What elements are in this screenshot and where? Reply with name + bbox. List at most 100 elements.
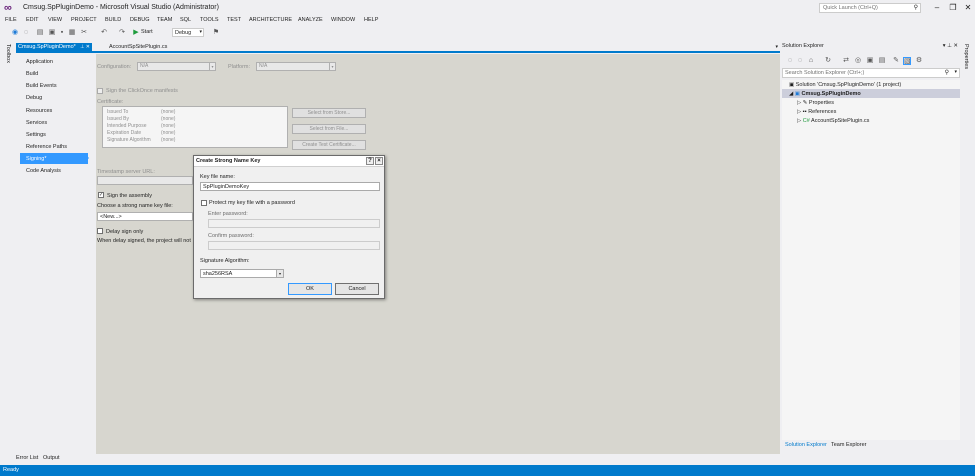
tab-error-list[interactable]: Error List (16, 455, 38, 461)
standard-toolbar: ◉ ◌ ▤ ▣ ▪ ▦ ✂ ↶ ↷ ▶ Start Debug ▾ ⚑ (0, 27, 975, 40)
nav-item-application[interactable]: Application (26, 59, 53, 65)
nav-item-build-events[interactable]: Build Events (26, 83, 57, 89)
menu-project[interactable]: PROJECT (71, 17, 97, 23)
tree-item-label: References (808, 109, 837, 115)
create-test-certificate-button[interactable]: Create Test Certificate... (292, 140, 366, 150)
pending-changes-icon[interactable]: ◎ (854, 57, 862, 65)
save-icon[interactable]: ▪ (58, 29, 66, 37)
menu-view[interactable]: VIEW (48, 17, 62, 23)
menu-bar: FILE EDIT VIEW PROJECT BUILD DEBUG TEAM … (0, 16, 975, 26)
nav-item-code-analysis[interactable]: Code Analysis (26, 168, 61, 174)
back-icon[interactable]: ◌ (786, 57, 794, 65)
new-project-icon[interactable]: ▤ (36, 29, 44, 37)
nav-item-resources[interactable]: Resources (26, 108, 52, 114)
tab-project-properties[interactable]: Cmsug.SpPluginDemo* ⊥ ✕ (16, 43, 92, 52)
tree-item-references[interactable]: ▷ ▪▪ References (797, 109, 836, 115)
nav-item-build[interactable]: Build (26, 71, 38, 77)
menu-analyze[interactable]: ANALYZE (298, 17, 323, 23)
signature-algorithm-label: Signature Algorithm: (200, 258, 250, 264)
menu-tools[interactable]: TOOLS (200, 17, 219, 23)
forward-icon[interactable]: ◌ (796, 57, 804, 65)
menu-build[interactable]: BUILD (105, 17, 121, 23)
attach-icon[interactable]: ⚑ (212, 29, 220, 37)
quick-launch-input[interactable]: Quick Launch (Ctrl+Q) ⚲ (819, 3, 921, 13)
select-from-file-button[interactable]: Select from File... (292, 124, 366, 134)
menu-file[interactable]: FILE (5, 17, 17, 23)
show-all-files-icon[interactable]: ▤ (878, 57, 886, 65)
pin-close-icon[interactable]: ▾ ⊥ ✕ (943, 43, 958, 49)
properties-icon[interactable]: ✎ (892, 57, 900, 65)
nav-item-debug[interactable]: Debug (26, 95, 42, 101)
configuration-select[interactable]: N/A ▾ (137, 62, 216, 71)
navigate-back-icon[interactable]: ◉ (11, 29, 19, 37)
redo-icon[interactable]: ↷ (118, 29, 126, 37)
refresh-icon[interactable]: ↻ (824, 57, 832, 65)
select-from-store-button[interactable]: Select from Store... (292, 108, 366, 118)
tree-item-project[interactable]: ◢ ▣ Cmsug.SpPluginDemo (789, 91, 861, 97)
nav-item-signing[interactable]: Signing* (26, 156, 47, 162)
timestamp-input[interactable] (97, 176, 193, 185)
expand-down-icon[interactable]: ◢ (789, 91, 793, 97)
menu-debug[interactable]: DEBUG (130, 17, 150, 23)
csharp-project-icon: ▣ (794, 91, 800, 97)
nav-item-reference-paths[interactable]: Reference Paths (26, 144, 67, 150)
menu-window[interactable]: WINDOW (331, 17, 355, 23)
platform-select[interactable]: N/A ▾ (256, 62, 336, 71)
expand-right-icon[interactable]: ▷ (797, 109, 801, 115)
cancel-button[interactable]: Cancel (335, 283, 379, 295)
chevron-down-icon[interactable]: ▾ (954, 69, 957, 75)
delay-sign-checkbox[interactable] (97, 228, 103, 234)
expand-right-icon[interactable]: ▷ (797, 118, 801, 124)
delay-sign-note: When delay signed, the project will not (97, 238, 191, 244)
nav-item-services[interactable]: Services (26, 120, 47, 126)
toolbox-tab[interactable]: Toolbox (3, 44, 11, 63)
protect-key-checkbox[interactable] (201, 200, 207, 206)
close-window-button[interactable]: ✕ (959, 2, 975, 14)
undo-icon[interactable]: ↶ (100, 29, 108, 37)
sign-assembly-checkbox[interactable]: ✓ (98, 192, 104, 198)
menu-sql[interactable]: SQL (180, 17, 191, 23)
properties-tab[interactable]: Properties (963, 44, 969, 69)
tree-item-account-plugin[interactable]: ▷ C# AccountSpSitePlugin.cs (797, 118, 869, 124)
solution-tree (782, 80, 960, 440)
clickonce-checkbox[interactable] (97, 88, 103, 94)
visual-studio-logo-icon: ∞ (4, 2, 12, 14)
nav-item-settings[interactable]: Settings (26, 132, 46, 138)
start-button[interactable]: Start (141, 29, 153, 35)
solution-configuration-select[interactable]: Debug ▾ (172, 28, 204, 37)
ok-button[interactable]: OK (288, 283, 332, 295)
key-file-select[interactable]: <New...> (97, 212, 193, 221)
menu-architecture[interactable]: ARCHITECTURE (249, 17, 292, 23)
collapse-all-icon[interactable]: ▣ (866, 57, 874, 65)
tab-output[interactable]: Output (43, 455, 60, 461)
menu-help[interactable]: HELP (364, 17, 378, 23)
close-icon[interactable]: × (375, 157, 383, 165)
tree-item-properties[interactable]: ▷ ✎ Properties (797, 100, 834, 106)
navigate-forward-icon[interactable]: ◌ (22, 29, 30, 37)
tab-team-explorer[interactable]: Team Explorer (831, 442, 866, 448)
home-icon[interactable]: ⌂ (807, 57, 815, 65)
enter-password-input[interactable] (208, 219, 380, 228)
editor-tab-strip: Cmsug.SpPluginDemo* ⊥ ✕ AccountSpSitePlu… (16, 43, 780, 53)
signature-algorithm-select[interactable]: sha256RSA ▾ (200, 269, 284, 278)
class-diagram-icon[interactable]: ⚙ (915, 57, 923, 65)
menu-edit[interactable]: EDIT (26, 17, 39, 23)
expand-right-icon[interactable]: ▷ (797, 100, 801, 106)
start-icon[interactable]: ▶ (132, 29, 140, 37)
tab-solution-explorer[interactable]: Solution Explorer (785, 442, 827, 448)
tree-item-solution[interactable]: ▣ Solution 'Cmsug.SpPluginDemo' (1 proje… (789, 82, 901, 88)
key-file-name-input[interactable]: SpPluginDemoKey (200, 182, 380, 191)
tab-dropdown-icon[interactable]: ▾ (775, 44, 778, 50)
menu-team[interactable]: TEAM (157, 17, 172, 23)
confirm-password-input[interactable] (208, 241, 380, 250)
cut-icon[interactable]: ✂ (80, 29, 88, 37)
sync-icon[interactable]: ⇄ (842, 57, 850, 65)
open-file-icon[interactable]: ▣ (48, 29, 56, 37)
save-all-icon[interactable]: ▦ (68, 29, 76, 37)
solution-search-input[interactable]: Search Solution Explorer (Ctrl+;) ⚲ ▾ (782, 68, 960, 78)
tab-account-plugin[interactable]: AccountSpSitePlugin.cs (109, 44, 167, 50)
menu-test[interactable]: TEST (227, 17, 241, 23)
pin-close-icon[interactable]: ⊥ ✕ (80, 44, 90, 50)
help-icon[interactable]: ? (366, 157, 374, 165)
preview-icon[interactable]: ▧ (903, 57, 911, 65)
